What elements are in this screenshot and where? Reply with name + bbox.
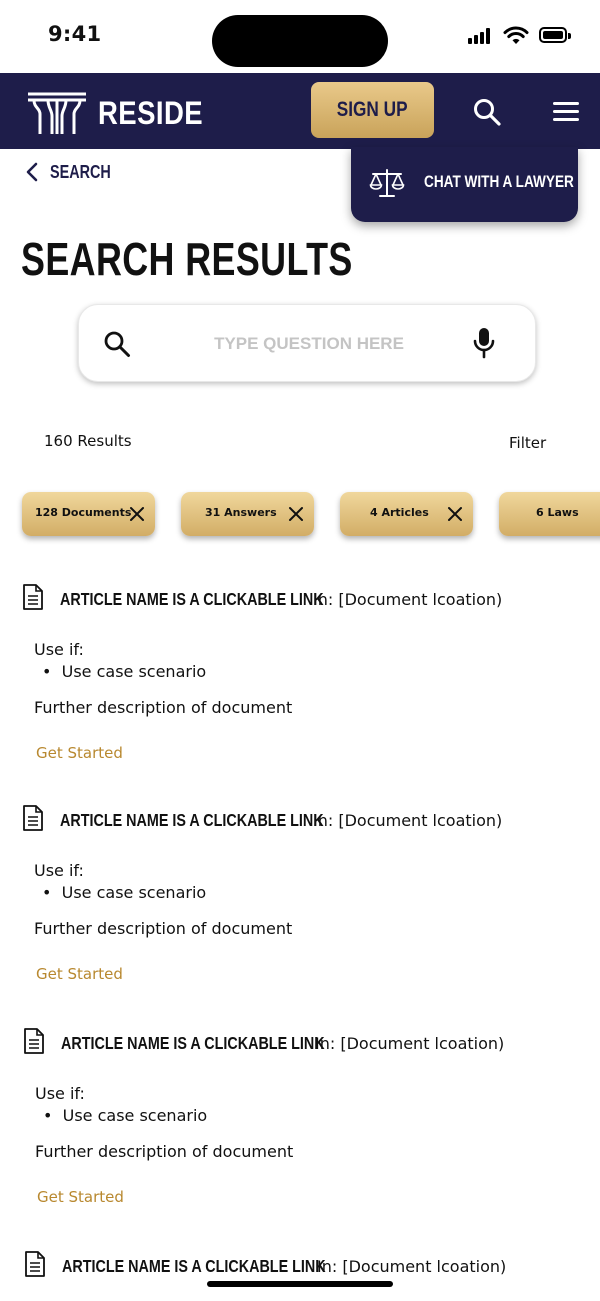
document-location: In: [Document lcoation) [315, 1034, 505, 1053]
document-location: In: [Document lcoation) [317, 1257, 507, 1276]
sign-up-label: SIGN UP [337, 98, 408, 121]
description: Further description of document [35, 1142, 294, 1161]
app-header: RESIDE SIGN UP [0, 73, 600, 149]
back-label: SEARCH [50, 161, 111, 182]
cellular-signal-icon [468, 28, 494, 44]
list-item: ARTICLE NAME IS A CLICKABLE LINK In: [Do… [0, 580, 600, 780]
description: Further description of document [34, 919, 293, 938]
status-time: 9:41 [48, 22, 102, 46]
chip-label: 6 Laws [536, 506, 579, 519]
document-icon [23, 584, 43, 610]
use-if-label: Use if: [34, 861, 84, 880]
search-icon[interactable] [472, 97, 502, 127]
battery-icon [539, 27, 571, 43]
list-item: ARTICLE NAME IS A CLICKABLE LINK In: [Do… [0, 1247, 600, 1297]
filter-chips: 128 Documents 31 Answers 4 Articles 6 La… [0, 492, 600, 538]
list-item: ARTICLE NAME IS A CLICKABLE LINK In: [Do… [0, 801, 600, 1001]
search-input[interactable] [199, 329, 419, 359]
brand-name[interactable]: RESIDE [98, 95, 203, 132]
document-location: In: [Document lcoation) [313, 590, 503, 609]
microphone-icon[interactable] [472, 327, 496, 359]
home-indicator[interactable] [207, 1281, 393, 1287]
use-case-text: Use case scenario [61, 883, 207, 902]
chat-with-lawyer-button[interactable]: CHAT WITH A LAWYER [351, 147, 578, 222]
menu-icon[interactable] [553, 102, 581, 122]
close-icon[interactable] [129, 506, 145, 522]
chip-answers[interactable]: 31 Answers [181, 492, 314, 536]
use-if-label: Use if: [35, 1084, 85, 1103]
phone-screen: 9:41 RESIDE SIGN UP SEARCH CHAT WITH A L… [0, 0, 600, 1301]
document-icon [23, 805, 43, 831]
pillar-logo-icon [28, 92, 86, 134]
document-icon [25, 1251, 45, 1277]
results-count: 160 Results [44, 432, 132, 450]
filter-button[interactable]: Filter [509, 434, 546, 452]
chip-laws[interactable]: 6 Laws [499, 492, 600, 536]
use-case-text: Use case scenario [62, 1106, 208, 1125]
use-case-bullet: • Use case scenario [42, 883, 207, 902]
dynamic-island [212, 15, 388, 67]
close-icon[interactable] [288, 506, 304, 522]
get-started-link[interactable]: Get Started [36, 965, 123, 983]
document-icon [24, 1028, 44, 1054]
get-started-link[interactable]: Get Started [37, 1188, 124, 1206]
wifi-icon [503, 26, 529, 44]
chevron-left-icon [26, 162, 38, 182]
status-bar: 9:41 [0, 0, 600, 72]
article-link[interactable]: ARTICLE NAME IS A CLICKABLE LINK [60, 810, 324, 831]
sign-up-button[interactable]: SIGN UP [311, 82, 434, 138]
description: Further description of document [34, 698, 293, 717]
chip-articles[interactable]: 4 Articles [340, 492, 473, 536]
use-case-text: Use case scenario [61, 662, 207, 681]
chip-label: 4 Articles [370, 506, 429, 519]
chip-documents[interactable]: 128 Documents [22, 492, 155, 536]
search-bar [78, 304, 536, 382]
use-case-bullet: • Use case scenario [43, 1106, 208, 1125]
get-started-link[interactable]: Get Started [36, 744, 123, 762]
use-if-label: Use if: [34, 640, 84, 659]
list-item: ARTICLE NAME IS A CLICKABLE LINK In: [Do… [0, 1024, 600, 1224]
search-icon[interactable] [103, 330, 131, 358]
article-link[interactable]: ARTICLE NAME IS A CLICKABLE LINK [62, 1256, 326, 1277]
back-button[interactable]: SEARCH [24, 158, 126, 186]
use-case-bullet: • Use case scenario [42, 662, 207, 681]
page-title: SEARCH RESULTS [21, 233, 353, 285]
scales-icon [369, 169, 405, 197]
chat-label: CHAT WITH A LAWYER [424, 172, 574, 191]
chip-label: 31 Answers [205, 506, 277, 519]
document-location: In: [Document lcoation) [313, 811, 503, 830]
article-link[interactable]: ARTICLE NAME IS A CLICKABLE LINK [60, 589, 324, 610]
chip-label: 128 Documents [35, 506, 132, 519]
close-icon[interactable] [447, 506, 463, 522]
article-link[interactable]: ARTICLE NAME IS A CLICKABLE LINK [61, 1033, 325, 1054]
